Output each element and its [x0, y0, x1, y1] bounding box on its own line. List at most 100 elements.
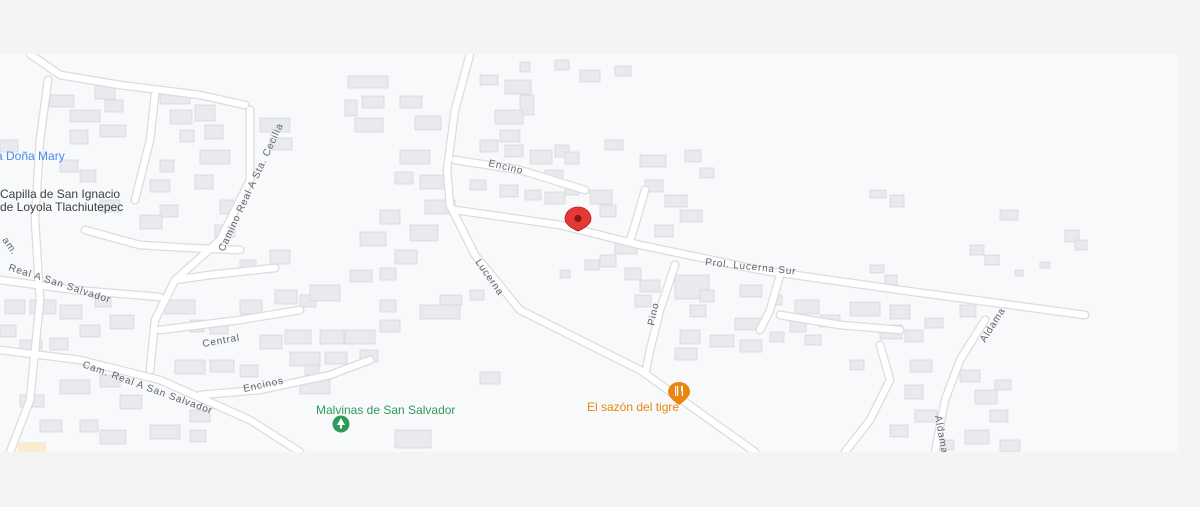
building — [924, 317, 944, 329]
building — [99, 124, 127, 138]
place-label-sazon[interactable]: El sazón del tigre — [587, 400, 679, 414]
building — [49, 337, 69, 351]
building — [599, 254, 617, 268]
building — [544, 191, 566, 205]
park-icon[interactable] — [332, 415, 350, 433]
building — [169, 109, 193, 125]
building — [119, 394, 143, 410]
building — [999, 439, 1021, 452]
building — [884, 274, 898, 286]
building — [684, 149, 702, 163]
building — [904, 329, 924, 343]
building — [324, 351, 348, 365]
building — [639, 279, 661, 293]
building — [379, 299, 397, 313]
building — [394, 249, 418, 265]
building — [179, 129, 195, 143]
building — [989, 409, 1009, 423]
building — [709, 334, 735, 348]
building — [664, 194, 688, 208]
building — [149, 424, 181, 440]
building — [679, 209, 703, 223]
building — [49, 94, 75, 108]
building — [479, 371, 501, 385]
building — [584, 259, 600, 271]
building — [109, 314, 135, 330]
building — [849, 359, 865, 371]
place-label-capilla-line1[interactable]: Capilla de San Ignacio — [0, 187, 120, 201]
building — [964, 429, 990, 445]
building — [139, 214, 163, 230]
place-label-dona-mary[interactable]: a Doña Mary — [0, 149, 65, 163]
building — [909, 359, 933, 373]
building — [889, 304, 911, 320]
building — [239, 364, 259, 378]
building — [889, 424, 909, 438]
building — [309, 284, 341, 302]
map-view[interactable]: Encino Prol. Lucerna Sur Lucerna Pino Ca… — [0, 54, 1178, 452]
building — [204, 124, 224, 140]
building — [654, 224, 674, 238]
building — [379, 209, 401, 225]
building — [284, 329, 312, 345]
building — [359, 231, 387, 247]
building — [174, 359, 206, 375]
building — [849, 301, 881, 317]
building — [699, 167, 715, 179]
building — [69, 129, 89, 145]
building — [699, 289, 715, 303]
building — [519, 61, 531, 73]
building — [564, 151, 580, 165]
building — [479, 74, 499, 86]
building — [439, 294, 463, 306]
building — [639, 154, 667, 168]
building — [79, 419, 99, 433]
building — [409, 224, 439, 242]
building — [399, 149, 431, 165]
building — [469, 289, 485, 301]
building — [194, 174, 214, 190]
building — [0, 324, 17, 338]
building — [344, 99, 358, 117]
building — [164, 299, 196, 315]
building — [739, 284, 763, 298]
building — [674, 347, 698, 361]
building — [959, 304, 977, 318]
building — [199, 149, 231, 165]
building — [984, 254, 1000, 266]
building — [344, 329, 376, 345]
building — [634, 294, 652, 308]
building — [804, 334, 822, 346]
building — [59, 379, 91, 395]
building — [394, 171, 414, 185]
building — [354, 117, 384, 133]
building — [79, 324, 101, 338]
building — [1014, 269, 1024, 277]
building — [379, 319, 401, 333]
road-label-encino: Encino — [487, 158, 524, 177]
map-area-highlight — [18, 442, 46, 452]
building — [889, 194, 905, 208]
building — [259, 334, 283, 350]
building — [599, 204, 617, 218]
road-label-cam-left-fragment: am. — [0, 235, 19, 257]
building — [419, 174, 445, 190]
building — [529, 149, 553, 165]
place-label-capilla-line2[interactable]: de Loyola Tlachiutepec — [0, 200, 123, 214]
building — [554, 59, 570, 71]
building — [624, 267, 642, 281]
building — [494, 109, 524, 125]
building — [274, 289, 298, 305]
building — [959, 369, 981, 383]
building — [469, 179, 487, 191]
place-label-malvinas[interactable]: Malvinas de San Salvador — [316, 403, 455, 417]
building — [739, 339, 763, 353]
building — [159, 204, 179, 218]
building — [149, 179, 171, 193]
building — [499, 129, 521, 143]
building — [614, 65, 632, 77]
building — [159, 159, 175, 173]
road-label-central: Central — [202, 333, 241, 350]
building — [904, 384, 924, 400]
building — [1074, 239, 1088, 251]
